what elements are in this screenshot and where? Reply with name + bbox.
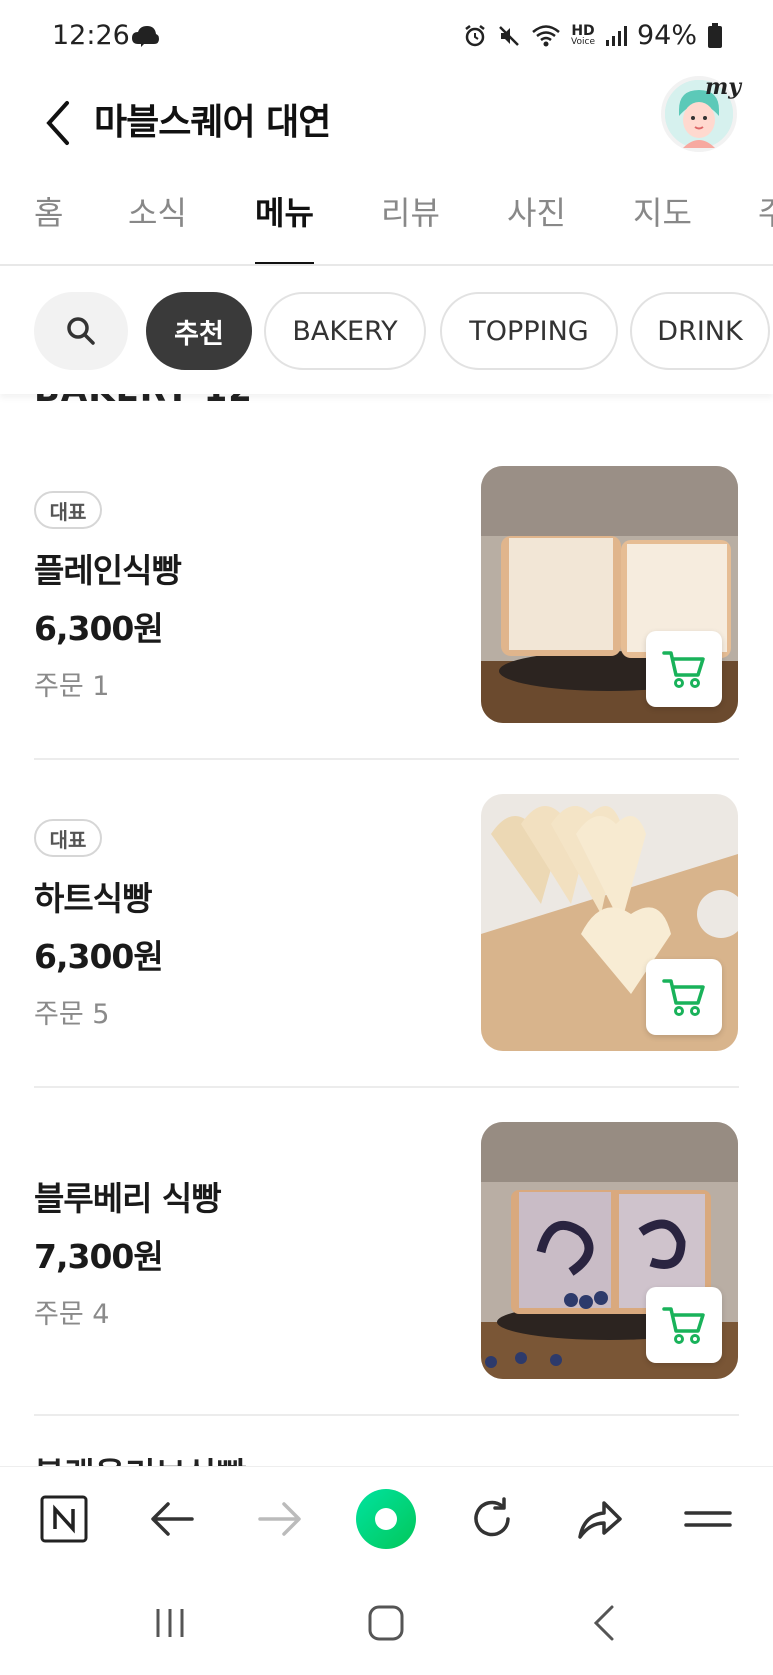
add-to-cart-button[interactable] — [646, 959, 722, 1035]
tab-news[interactable]: 소식 — [128, 186, 187, 264]
signature-badge: 대표 — [34, 491, 102, 529]
status-bar: 12:26 HD Voice 94% — [0, 0, 773, 76]
menu-item-price: 7,300원 — [34, 1237, 164, 1276]
browser-back-button[interactable] — [132, 1467, 212, 1571]
menu-item[interactable]: 블루베리 식빵 7,300원 주문 4 — [0, 1088, 773, 1416]
browser-forward-button[interactable] — [240, 1467, 320, 1571]
hamburger-icon — [684, 1511, 732, 1527]
search-icon — [67, 317, 95, 345]
chevron-left-icon — [593, 1605, 614, 1640]
wifi-icon — [531, 24, 561, 48]
menu-filter-bar: 추천 BAKERY TOPPING DRINK — [0, 266, 773, 394]
refresh-button[interactable] — [452, 1467, 532, 1571]
menu-item-price: 6,300원 — [34, 609, 164, 648]
green-dot-button[interactable] — [346, 1467, 426, 1571]
tab-reviews[interactable]: 리뷰 — [381, 186, 440, 264]
filter-chip-topping[interactable]: TOPPING — [440, 292, 618, 370]
share-arrow-icon — [578, 1501, 622, 1539]
tab-home[interactable]: 홈 — [34, 186, 63, 264]
store-header: 마블스퀘어 대연 my — [0, 74, 773, 190]
next-menu-item-peek: 블랙올리브식빵 — [34, 1448, 247, 1466]
menu-item-order-count: 주문 5 — [34, 999, 110, 1030]
arrow-left-icon — [151, 1502, 194, 1536]
back-button[interactable] — [28, 88, 88, 158]
cart-icon — [662, 651, 705, 688]
menu-item-name: 하트식빵 — [34, 879, 152, 918]
naver-n-icon — [40, 1495, 88, 1543]
tab-menu[interactable]: 메뉴 — [255, 186, 314, 264]
cart-icon — [662, 979, 705, 1016]
filter-chip-recommended[interactable]: 추천 — [146, 292, 252, 370]
recent-apps-button[interactable] — [120, 1570, 220, 1675]
menu-item-image — [481, 1122, 738, 1379]
back-arrow-icon — [46, 101, 69, 145]
mute-icon — [497, 24, 521, 48]
browser-menu-button[interactable] — [668, 1467, 748, 1571]
menu-item-price: 6,300원 — [34, 937, 164, 976]
tab-more[interactable]: 주 — [758, 186, 773, 264]
status-icons: HD Voice 94% — [463, 20, 723, 51]
add-to-cart-button[interactable] — [646, 631, 722, 707]
item-divider — [34, 1414, 739, 1416]
filter-chip-bakery[interactable]: BAKERY — [264, 292, 426, 370]
menu-item-image — [481, 466, 738, 723]
store-tabs: 홈 소식 메뉴 리뷰 사진 지도 주 — [0, 186, 773, 266]
menu-item-name: 플레인식빵 — [34, 551, 182, 590]
my-label: my — [704, 74, 741, 100]
home-button[interactable] — [336, 1570, 436, 1675]
cart-icon — [662, 1307, 705, 1344]
status-time: 12:26 — [52, 20, 130, 51]
tab-photos[interactable]: 사진 — [507, 186, 566, 264]
browser-toolbar — [0, 1466, 773, 1570]
signal-icon — [605, 24, 627, 48]
refresh-icon — [474, 1497, 510, 1537]
tab-map[interactable]: 지도 — [633, 186, 692, 264]
menu-item-order-count: 주문 4 — [34, 1299, 110, 1330]
naver-home-button[interactable] — [24, 1467, 104, 1571]
battery-icon — [707, 22, 723, 49]
menu-item-order-count: 주문 1 — [34, 671, 110, 702]
add-to-cart-button[interactable] — [646, 1287, 722, 1363]
share-button[interactable] — [560, 1467, 640, 1571]
system-back-button[interactable] — [554, 1570, 654, 1675]
menu-item[interactable]: 대표 플레인식빵 6,300원 주문 1 — [0, 432, 773, 760]
menu-item[interactable]: 대표 하트식빵 6,300원 주문 5 — [0, 760, 773, 1088]
green-dot-icon — [356, 1489, 416, 1549]
battery-percent: 94% — [636, 20, 697, 51]
home-square-icon — [368, 1605, 404, 1640]
menu-item-name: 블루베리 식빵 — [34, 1179, 222, 1218]
store-title: 마블스퀘어 대연 — [94, 102, 331, 143]
system-nav-bar — [0, 1570, 773, 1675]
cloud-sync-icon — [130, 24, 160, 52]
recent-apps-icon — [156, 1608, 184, 1637]
alarm-icon — [463, 24, 487, 48]
menu-item-image — [481, 794, 738, 1051]
signature-badge: 대표 — [34, 819, 102, 857]
arrow-right-icon — [258, 1502, 301, 1536]
hd-voice-icon: HD Voice — [571, 23, 595, 47]
menu-search-button[interactable] — [34, 292, 128, 370]
my-profile-avatar[interactable]: my — [661, 74, 741, 152]
filter-chip-drink[interactable]: DRINK — [630, 292, 770, 370]
